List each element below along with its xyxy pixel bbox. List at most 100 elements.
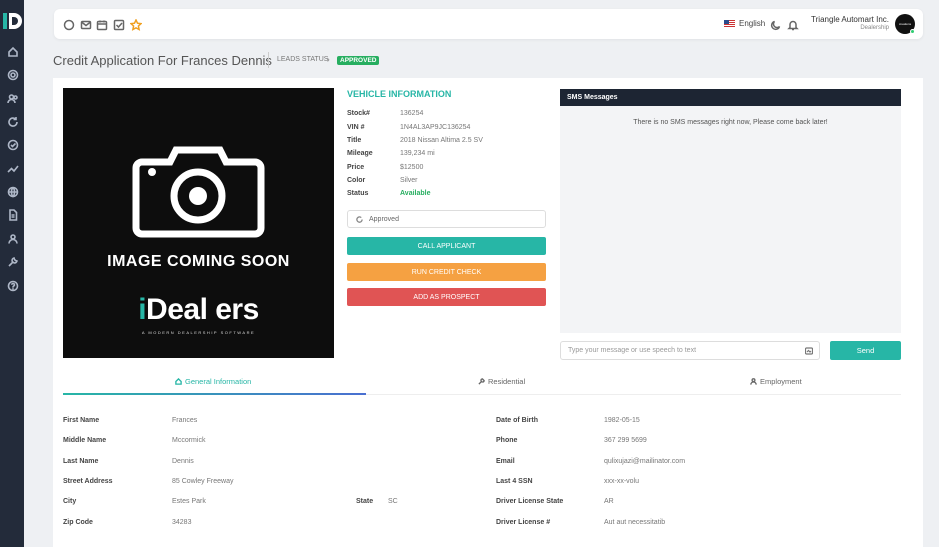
brand-logo-rest: Deal ers — [146, 293, 259, 326]
sms-empty-message: There is no SMS messages right now, Plea… — [633, 119, 828, 126]
info-value: 1982-05-15 — [604, 417, 640, 424]
home-icon — [175, 378, 182, 385]
info-value: 34283 — [172, 519, 192, 526]
info-value: AR — [604, 498, 614, 505]
info-value: 85 Cowley Freeway — [172, 478, 234, 485]
tool-icon — [478, 378, 485, 385]
vehicle-value: 2018 Nissan Altima 2.5 SV — [400, 137, 483, 144]
mail-icon[interactable] — [80, 18, 92, 30]
company-info: Triangle Automart Inc. Dealership — [811, 15, 889, 31]
info-label: Last 4 SSN — [496, 478, 533, 485]
info-label: Date of Birth — [496, 417, 538, 424]
language-selector[interactable]: English — [724, 19, 765, 28]
credit-application-card: IMAGE COMING SOON iDeal ers A MODERN DEA… — [53, 78, 923, 547]
wrench-icon[interactable] — [6, 255, 19, 268]
info-label: Street Address — [63, 478, 113, 485]
target-icon[interactable] — [6, 68, 19, 81]
breadcrumb-leads-status[interactable]: LEADS STATUS — [277, 56, 328, 63]
vehicle-label: Stock# — [347, 110, 370, 117]
info-label: Driver License # — [496, 519, 551, 526]
info-value: Dennis — [172, 458, 194, 465]
info-value: 367 299 5699 — [604, 437, 647, 444]
tab-residential[interactable]: Residential — [478, 377, 525, 386]
online-status-dot — [910, 29, 915, 34]
top-bar: English Triangle Automart Inc. Dealershi… — [54, 9, 923, 39]
info-label: Middle Name — [63, 437, 107, 444]
vehicle-photo: IMAGE COMING SOON iDeal ers A MODERN DEA… — [63, 88, 334, 358]
info-label: First Name — [63, 417, 100, 424]
refresh-icon[interactable] — [6, 115, 19, 128]
vehicle-info-title: VEHICLE INFORMATION — [347, 89, 452, 99]
vehicle-label: Title — [347, 137, 362, 144]
vehicle-label: VIN # — [347, 124, 365, 131]
tab-employment[interactable]: Employment — [750, 377, 802, 386]
breadcrumb-divider — [268, 52, 269, 68]
info-label: Email — [496, 458, 515, 465]
info-value: xxx-xx-volu — [604, 478, 640, 485]
vehicle-value: 139,234 mi — [400, 150, 435, 157]
language-label: English — [739, 19, 766, 28]
vehicle-label: Mileage — [347, 150, 373, 157]
info-value: Aut aut necessitatib — [604, 519, 666, 526]
sidebar — [0, 0, 24, 547]
sms-header: SMS Messages — [560, 89, 901, 106]
send-button[interactable]: Send — [830, 341, 901, 360]
brand-tagline: A MODERN DEALERSHIP SOFTWARE — [141, 330, 256, 335]
add-as-prospect-button[interactable]: ADD AS PROSPECT — [347, 288, 546, 306]
sms-panel: SMS Messages There is no SMS messages ri… — [560, 89, 901, 333]
check-circle-icon[interactable] — [6, 138, 19, 151]
vehicle-value: Available — [400, 190, 431, 197]
globe-icon[interactable] — [6, 185, 19, 198]
info-value: Estes Park — [172, 498, 206, 505]
status-badge: APPROVED — [337, 56, 380, 65]
bell-icon[interactable] — [787, 18, 799, 31]
status-select-value: Approved — [369, 215, 399, 223]
users-icon[interactable] — [6, 92, 19, 105]
vehicle-value: Silver — [400, 177, 418, 184]
tab-label: General Information — [185, 377, 252, 386]
vehicle-value: 136254 — [400, 110, 424, 117]
tab-label: Employment — [760, 377, 802, 386]
document-icon[interactable] — [6, 208, 19, 221]
call-applicant-button[interactable]: CALL APPLICANT — [347, 237, 546, 255]
star-icon[interactable] — [129, 18, 143, 31]
info-value: qulixujazi@mailinator.com — [604, 458, 686, 465]
vehicle-value: 1N4AL3AP9JC136254 — [400, 124, 471, 131]
brand-logo: iDeal ers — [63, 293, 334, 327]
status-select[interactable]: Approved — [347, 210, 546, 228]
avatar[interactable]: creations — [895, 14, 915, 34]
image-placeholder-caption: IMAGE COMING SOON — [107, 253, 290, 270]
circle-icon[interactable] — [63, 18, 75, 31]
tab-general-information[interactable]: General Information — [175, 377, 251, 386]
info-label: Last Name — [63, 458, 99, 465]
user-group-icon[interactable] — [6, 232, 19, 245]
info-label: Phone — [496, 437, 518, 444]
checkbox-icon[interactable] — [113, 18, 125, 31]
info-value: SC — [388, 498, 398, 505]
sms-message-input[interactable]: Type your message or use speech to text — [560, 341, 820, 360]
company-name: Triangle Automart Inc. — [811, 15, 889, 24]
help-icon[interactable] — [6, 279, 19, 292]
sms-input-placeholder: Type your message or use speech to text — [568, 347, 697, 354]
dashboard-icon[interactable] — [6, 45, 19, 58]
attachment-icon[interactable] — [805, 347, 813, 355]
idealers-logo-icon[interactable] — [2, 10, 22, 32]
camera-icon — [132, 146, 265, 238]
active-tab-indicator — [63, 393, 366, 395]
user-icon — [750, 378, 757, 385]
info-value: Frances — [172, 417, 198, 424]
trending-up-icon[interactable] — [6, 162, 19, 175]
info-value: Mccormick — [172, 437, 206, 444]
vehicle-label: Status — [347, 190, 369, 197]
vehicle-value: $12500 — [400, 164, 424, 171]
calendar-icon[interactable] — [96, 18, 108, 31]
vehicle-label: Price — [347, 164, 365, 171]
tab-label: Residential — [488, 377, 526, 386]
run-credit-check-button[interactable]: RUN CREDIT CHECK — [347, 263, 546, 281]
info-label: State — [356, 498, 374, 505]
brand-logo-i: i — [138, 293, 147, 326]
page-title: Credit Application For Frances Dennis — [53, 53, 272, 68]
moon-icon[interactable] — [770, 18, 782, 31]
vehicle-label: Color — [347, 177, 366, 184]
avatar-text: creations — [898, 22, 912, 26]
